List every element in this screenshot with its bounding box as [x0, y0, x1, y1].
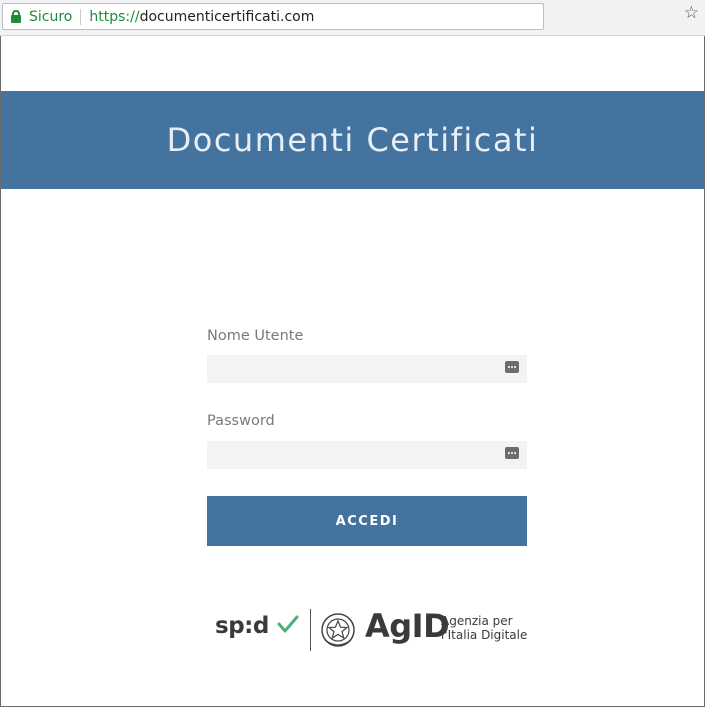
- username-input[interactable]: [207, 355, 527, 383]
- password-input[interactable]: [207, 441, 527, 469]
- password-label: Password: [207, 413, 275, 429]
- site-header: Documenti Certificati: [1, 91, 704, 189]
- agid-caption: Agenzia per l'Italia Digitale: [441, 614, 527, 642]
- spid-check-icon: [277, 615, 299, 633]
- password-manager-icon[interactable]: [505, 361, 519, 373]
- logo-divider: [310, 609, 311, 651]
- password-manager-icon[interactable]: [505, 447, 519, 459]
- address-bar[interactable]: Sicuro https://documenticertificati.com: [2, 3, 544, 30]
- agid-caption-line1: Agenzia per: [441, 614, 513, 628]
- login-button[interactable]: ACCEDI: [207, 496, 527, 546]
- security-label[interactable]: Sicuro: [29, 9, 72, 25]
- browser-toolbar: Sicuro https://documenticertificati.com …: [0, 0, 705, 36]
- bookmark-star-icon[interactable]: ☆: [684, 2, 699, 24]
- agid-caption-line2: l'Italia Digitale: [441, 628, 528, 642]
- url-host: documenticertificati.com: [139, 8, 315, 25]
- url-scheme: https://: [89, 8, 140, 25]
- page-title: Documenti Certificati: [166, 121, 539, 159]
- lock-icon[interactable]: [11, 10, 21, 23]
- spid-logo: sp:d: [215, 613, 269, 639]
- url-text[interactable]: https://documenticertificati.com: [89, 9, 314, 25]
- italian-emblem-icon: [321, 613, 355, 647]
- address-separator: [80, 8, 82, 25]
- username-label: Nome Utente: [207, 328, 304, 344]
- agid-logo: AgID: [365, 607, 450, 645]
- footer-logos: sp:d AgID Agenzia per l'Italia Digitale: [215, 607, 535, 653]
